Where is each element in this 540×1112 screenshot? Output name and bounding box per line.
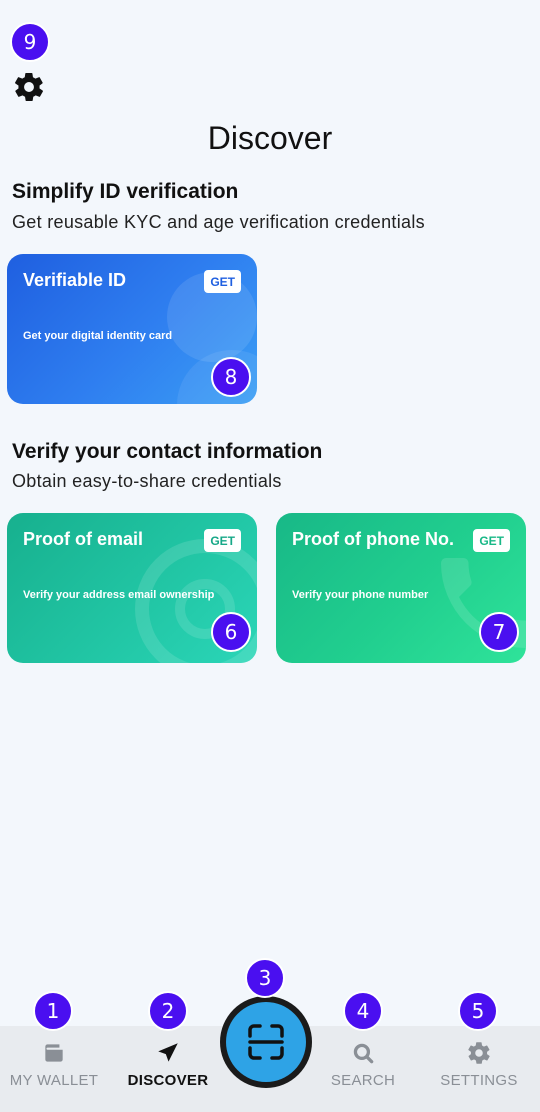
marker-badge-2: 2 [148,991,188,1031]
marker-badge-6: 6 [211,612,251,652]
get-button[interactable]: GET [204,529,241,552]
scan-button-inner [226,1002,306,1082]
nav-item-my-wallet[interactable]: MY WALLET [0,1040,108,1089]
page-title: Discover [207,120,333,156]
gear-icon[interactable] [12,70,46,104]
marker-badge-5: 5 [458,991,498,1031]
get-button[interactable]: GET [473,529,510,552]
section-title-contact: Verify your contact information [12,440,323,463]
marker-badge-8: 8 [211,357,251,397]
section-subtitle-id: Get reusable KYC and age verification cr… [12,212,425,232]
nav-label: SEARCH [330,1072,396,1089]
section-title-id: Simplify ID verification [12,180,239,203]
marker-badge-7: 7 [479,612,519,652]
card-title: Proof of email [23,529,144,549]
card-description: Get your digital identity card [23,330,173,342]
card-description: Verify your phone number [292,589,429,601]
card-title: Proof of phone No. [292,529,454,549]
marker-badge-1: 1 [33,991,73,1031]
marker-badge-9: 9 [10,22,50,62]
section-subtitle-contact: Obtain easy-to-share credentials [12,471,282,491]
card-title: Verifiable ID [23,270,127,290]
nav-item-search[interactable]: SEARCH [309,1040,417,1089]
search-icon [353,1043,374,1064]
nav-item-discover[interactable]: DISCOVER [114,1040,222,1089]
nav-label: SETTINGS [440,1072,518,1089]
nav-label: DISCOVER [127,1072,209,1089]
discover-icon [158,1043,178,1062]
nav-label: MY WALLET [9,1072,99,1089]
wallet-icon [45,1044,63,1062]
scan-icon [248,1024,284,1060]
nav-item-settings[interactable]: SETTINGS [425,1040,533,1089]
marker-badge-4: 4 [343,991,383,1031]
marker-badge-3: 3 [245,958,285,998]
settings-icon [468,1042,490,1064]
scan-button[interactable] [220,996,312,1088]
get-button[interactable]: GET [204,270,241,293]
card-description: Verify your address email ownership [23,589,215,601]
